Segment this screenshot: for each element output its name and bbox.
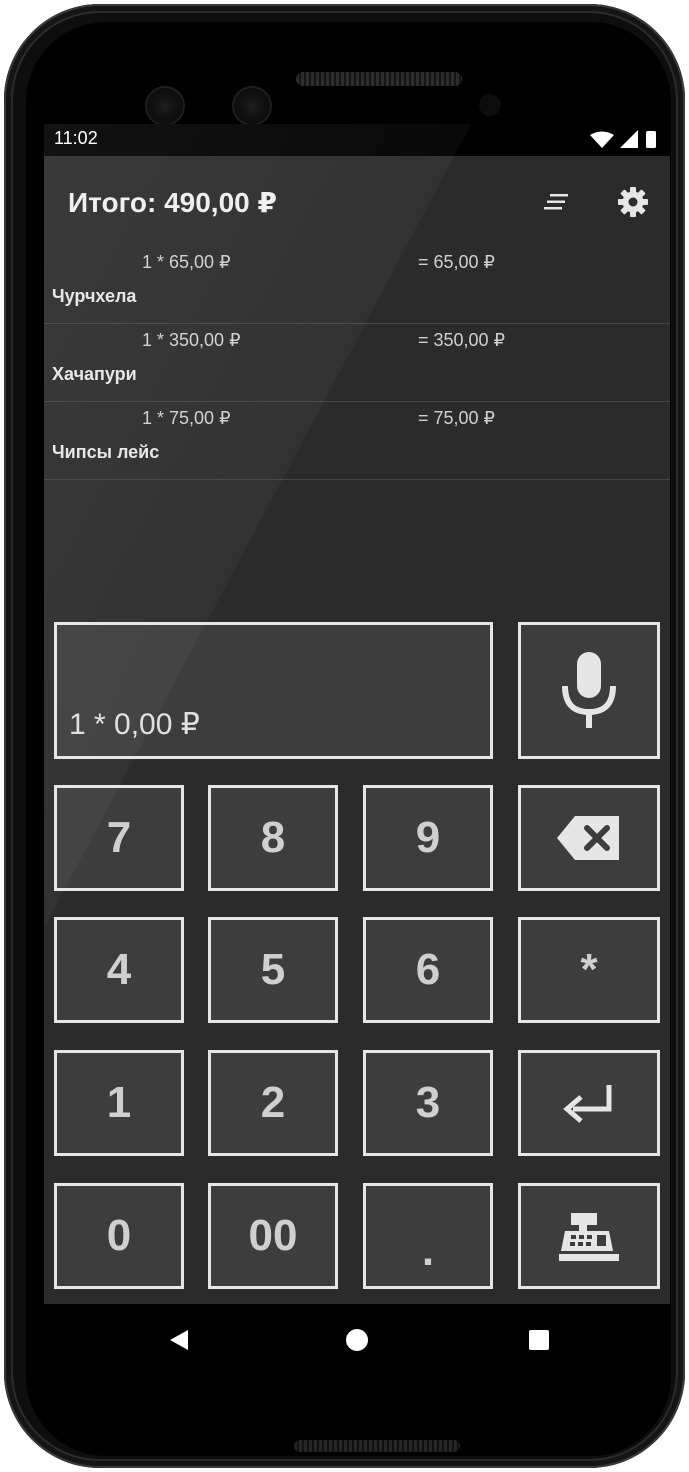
cash-register-icon [559,1213,619,1261]
screen: 11:02 Итого: 490,00 ₽ 1 * 65,00 ₽ = 65,0… [44,124,670,1376]
microphone-icon [562,651,616,728]
item-sum: = 350,00 ₽ [418,330,506,350]
enter-button[interactable] [518,1050,660,1156]
receipt-list: 1 * 65,00 ₽ = 65,00 ₽ Чурчхела 1 * 350,0… [44,246,670,480]
key-2[interactable]: 2 [208,1050,338,1156]
settings-button[interactable] [613,182,653,222]
back-icon [170,1330,188,1350]
item-name: Чипсы лейс [52,442,160,462]
front-camera [145,86,185,126]
list-item[interactable]: 1 * 350,00 ₽ = 350,00 ₽ Хачапури [44,324,670,402]
item-sum: = 65,00 ₽ [418,252,496,272]
decimal-point-button[interactable]: . [363,1183,493,1289]
phone-frame: 11:02 Итого: 490,00 ₽ 1 * 65,00 ₽ = 65,0… [4,4,685,1468]
backspace-icon [557,816,619,860]
proximity-sensor [479,94,501,116]
item-name: Хачапури [52,364,137,384]
list-item[interactable]: 1 * 75,00 ₽ = 75,00 ₽ Чипсы лейс [44,402,670,480]
key-9[interactable]: 9 [363,785,493,891]
key-7[interactable]: 7 [54,785,184,891]
checkout-button[interactable] [518,1183,660,1289]
key-6[interactable]: 6 [363,917,493,1023]
item-calculation: 1 * 65,00 ₽ [142,252,231,272]
sort-icon [544,194,568,210]
recents-icon [529,1330,549,1350]
gear-icon [618,187,648,217]
key-1[interactable]: 1 [54,1050,184,1156]
item-sum: = 75,00 ₽ [418,408,496,428]
key-8[interactable]: 8 [208,785,338,891]
key-0[interactable]: 0 [54,1183,184,1289]
battery-icon [646,131,656,148]
home-icon [346,1329,368,1351]
home-button[interactable] [337,1320,377,1360]
amount-input[interactable]: 1 * 0,00 ₽ [54,622,493,759]
status-time: 11:02 [54,128,98,148]
sort-button[interactable] [536,182,576,222]
microphone-button[interactable] [518,622,660,759]
wifi-icon [590,131,614,148]
key-00[interactable]: 00 [208,1183,338,1289]
bottom-speaker [294,1440,460,1452]
app-bar: Итого: 490,00 ₽ [44,156,670,246]
item-name: Чурчхела [52,286,137,306]
status-icons [590,130,656,148]
key-3[interactable]: 3 [363,1050,493,1156]
backspace-button[interactable] [518,785,660,891]
item-calculation: 1 * 75,00 ₽ [142,408,231,428]
navigation-bar [44,1304,670,1376]
amount-input-value: 1 * 0,00 ₽ [69,708,200,741]
enter-icon [563,1085,612,1123]
multiply-button[interactable]: * [518,917,660,1023]
recents-button[interactable] [519,1320,559,1360]
earpiece-speaker [296,72,462,86]
key-4[interactable]: 4 [54,917,184,1023]
status-bar: 11:02 [44,124,670,156]
front-camera [232,86,272,126]
item-calculation: 1 * 350,00 ₽ [142,330,241,350]
signal-icon [620,130,638,148]
key-5[interactable]: 5 [208,917,338,1023]
back-button[interactable] [159,1320,199,1360]
total-title: Итого: 490,00 ₽ [68,187,277,218]
list-item[interactable]: 1 * 65,00 ₽ = 65,00 ₽ Чурчхела [44,246,670,324]
